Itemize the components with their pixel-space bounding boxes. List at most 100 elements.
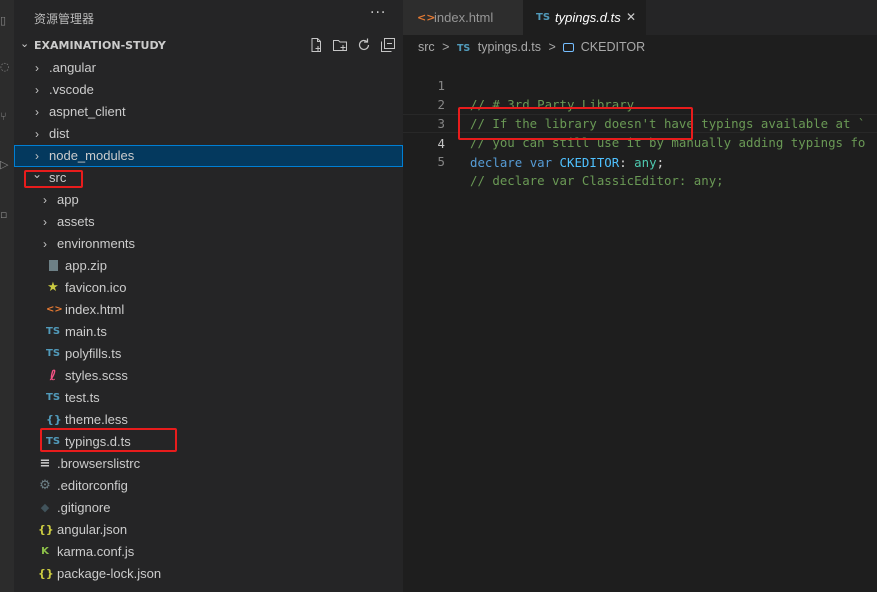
tree-item-label: .editorconfig (57, 478, 128, 493)
tab-typings-d-ts[interactable]: TS typings.d.ts ✕ (523, 0, 646, 35)
refresh-icon[interactable] (356, 37, 372, 53)
chevron-right-icon: › (43, 215, 47, 229)
tree-folder-aspnet-client[interactable]: › aspnet_client (14, 101, 403, 123)
ts-file-icon: TS (46, 348, 61, 359)
tree-folder-environments[interactable]: › environments (14, 233, 403, 255)
new-folder-icon[interactable] (332, 37, 348, 53)
ts-file-icon: TS (456, 43, 471, 54)
keyword-token: declare (470, 155, 523, 170)
tree-item-label: styles.scss (65, 368, 128, 383)
tab-label: typings.d.ts (555, 10, 621, 25)
chevron-right-icon: › (35, 127, 39, 141)
tree-item-label: favicon.ico (65, 280, 127, 295)
tree-item-label: index.html (65, 302, 125, 317)
code-line: 1 // # 3rd Party Library (403, 57, 877, 112)
tab-index-html[interactable]: <> index.html (403, 0, 523, 35)
tree-file-package-lock-json[interactable]: {} package-lock.json (14, 563, 403, 585)
type-token: any (634, 155, 657, 170)
code-text: // declare var ClassicEditor: any; (470, 173, 724, 188)
code-line: 2 // If the library doesn't have typings… (403, 76, 877, 131)
git-file-icon: ◆ (40, 501, 50, 514)
tree-file-gitignore[interactable]: ◆ .gitignore (14, 497, 403, 519)
tree-file-app-zip[interactable]: app.zip (14, 255, 403, 277)
search-icon[interactable]: ◌ (0, 60, 12, 74)
source-control-icon[interactable]: ⑂ (0, 110, 12, 124)
tree-item-label: test.ts (65, 390, 100, 405)
tree-item-label: main.ts (65, 324, 107, 339)
tree-item-label: karma.conf.js (57, 544, 135, 559)
tree-file-angular-json[interactable]: {} angular.json (14, 519, 403, 541)
tree-file-favicon-ico[interactable]: ★ favicon.ico (14, 277, 403, 299)
explorer-icon[interactable]: ▯ (0, 14, 12, 28)
tree-file-editorconfig[interactable]: ⚙ .editorconfig (14, 475, 403, 497)
tree-file-index-html[interactable]: <> index.html (14, 299, 403, 321)
chevron-right-icon: › (35, 83, 39, 97)
chevron-right-icon: › (35, 105, 39, 119)
json-file-icon: {} (38, 523, 54, 536)
star-file-icon: ★ (47, 280, 59, 295)
ts-file-icon: TS (46, 392, 61, 403)
tree-file-styles-scss[interactable]: ℓ styles.scss (14, 365, 403, 387)
collapse-all-icon[interactable] (380, 37, 396, 53)
extensions-icon[interactable]: ▫ (0, 208, 12, 222)
ts-file-icon: TS (46, 326, 61, 337)
tree-file-test-ts[interactable]: TS test.ts (14, 387, 403, 409)
activity-bar: ▯ ◌ ⑂ ▷ ▫ (0, 0, 14, 592)
tree-item-label: package-lock.json (57, 566, 162, 581)
project-name: EXAMINATION-STUDY (34, 39, 166, 52)
html-file-icon: <> (46, 304, 63, 315)
editor-area: <> index.html TS typings.d.ts ✕ src > TS… (403, 0, 877, 592)
punct-token: : (619, 155, 627, 170)
new-file-icon[interactable] (308, 37, 324, 53)
tree-file-polyfills-ts[interactable]: TS polyfills.ts (14, 343, 403, 365)
chevron-down-icon: ⌄ (20, 37, 30, 50)
tree-item-label: app (57, 192, 79, 207)
explorer-title: 资源管理器 (34, 12, 95, 26)
tree-item-label: .vscode (49, 82, 94, 97)
chevron-right-icon: › (43, 237, 47, 251)
more-actions-icon[interactable]: ··· (370, 5, 386, 21)
tree-folder-angular[interactable]: › .angular (14, 57, 403, 79)
breadcrumb-symbol[interactable]: CKEDITOR (581, 40, 645, 54)
variable-symbol-icon (563, 43, 575, 53)
tree-folder-vscode[interactable]: › .vscode (14, 79, 403, 101)
tree-item-label: app.zip (65, 258, 107, 273)
tree-item-label: angular.json (57, 522, 128, 537)
tree-item-label: polyfills.ts (65, 346, 122, 361)
zip-file-icon (46, 255, 60, 277)
close-icon[interactable]: ✕ (626, 0, 636, 35)
tree-folder-node-modules[interactable]: › node_modules (14, 145, 403, 167)
tree-item-label: aspnet_client (49, 104, 126, 119)
tree-item-label: environments (57, 236, 136, 251)
lines-file-icon: ≡ (39, 456, 51, 471)
identifier-token: CKEDITOR (559, 155, 620, 170)
html-file-icon: <> (417, 11, 436, 24)
tree-file-browserslistrc[interactable]: ≡ .browserslistrc (14, 453, 403, 475)
gear-file-icon: ⚙ (39, 478, 51, 493)
highlight-declare-line (458, 107, 693, 140)
breadcrumb-file[interactable]: typings.d.ts (478, 40, 541, 54)
chevron-right-icon: › (43, 193, 47, 207)
explorer-sidebar: 资源管理器 ··· ⌄ EXAMINATION-STUDY › .angular ›… (14, 0, 404, 592)
tree-folder-dist[interactable]: › dist (14, 123, 403, 145)
chevron-right-icon: › (35, 61, 39, 75)
tree-file-main-ts[interactable]: TS main.ts (14, 321, 403, 343)
tree-item-label: .browserslistrc (57, 456, 141, 471)
breadcrumb-folder[interactable]: src (418, 40, 435, 54)
project-header[interactable]: ⌄ EXAMINATION-STUDY (14, 35, 403, 57)
json-file-icon: {} (38, 567, 54, 580)
tree-item-label: node_modules (49, 148, 135, 163)
highlight-src-folder (24, 170, 83, 188)
code-text: declare var CKEDITOR: any; (470, 153, 664, 172)
chevron-right-icon: > (442, 40, 450, 54)
tree-folder-app[interactable]: › app (14, 189, 403, 211)
tree-file-karma-conf-js[interactable]: Kkarma.conf.js (14, 541, 403, 563)
ts-file-icon: TS (536, 12, 551, 23)
tree-folder-assets[interactable]: › assets (14, 211, 403, 233)
tree-item-label: assets (57, 214, 95, 229)
scss-file-icon: ℓ (49, 368, 57, 384)
tab-label: index.html (434, 10, 494, 25)
tree-item-label: .gitignore (57, 500, 111, 515)
run-icon[interactable]: ▷ (0, 158, 12, 172)
punct-token: ; (656, 155, 665, 170)
